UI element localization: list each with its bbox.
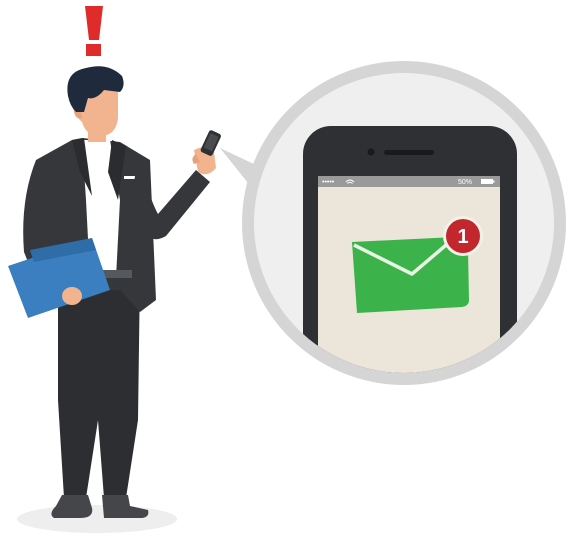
magnifier-circle: ••••• 50% 1 <box>242 61 566 385</box>
phone-speaker <box>384 150 434 155</box>
pocket-square <box>124 176 136 179</box>
illustration: ••••• 50% 1 <box>8 6 566 533</box>
status-bar <box>318 176 500 187</box>
notification-badge: 1 <box>443 216 483 256</box>
notification-count: 1 <box>457 226 468 248</box>
phone-camera <box>367 148 375 156</box>
handheld-phone <box>200 130 221 156</box>
left-shoe <box>51 495 93 518</box>
battery-percent: 50% <box>458 179 472 186</box>
left-hand <box>62 287 82 305</box>
exclamation-icon <box>85 6 103 56</box>
battery-icon <box>481 179 495 184</box>
right-shoe <box>102 495 149 518</box>
trousers <box>58 272 140 498</box>
signal-dots: ••••• <box>322 179 335 186</box>
ground-shadow <box>17 505 177 533</box>
businessman <box>8 66 221 518</box>
